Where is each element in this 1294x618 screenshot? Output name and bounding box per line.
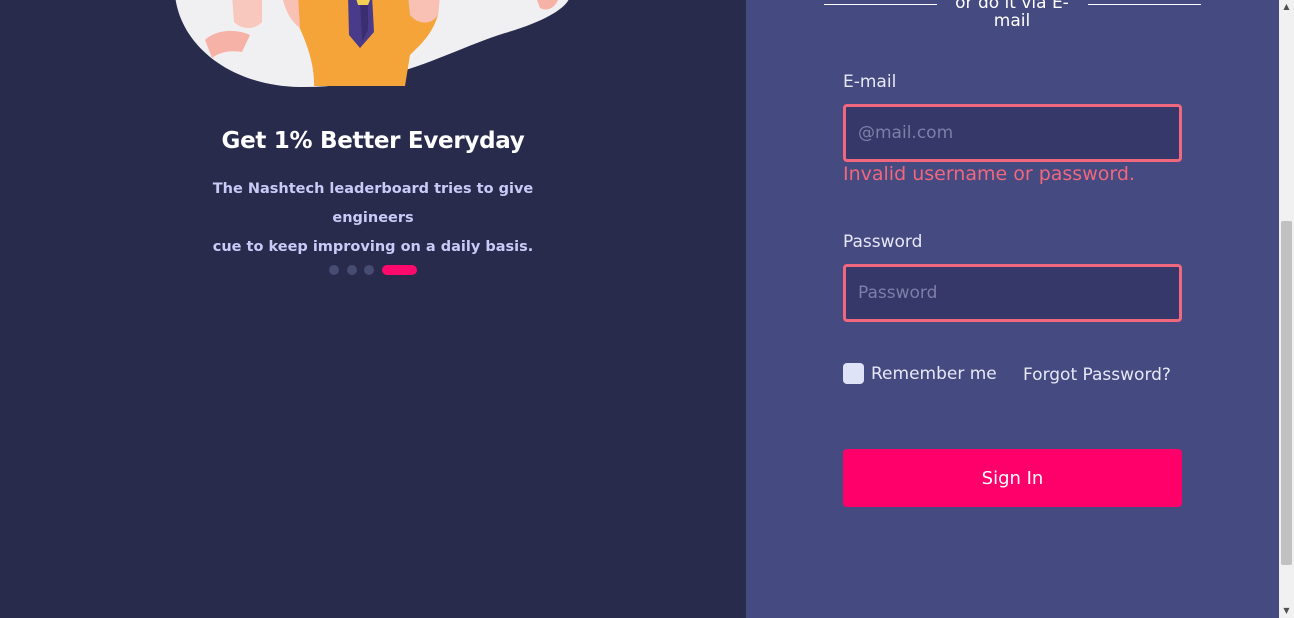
scrollbar-thumb[interactable]: [1281, 221, 1292, 565]
remember-me-label[interactable]: Remember me: [871, 364, 997, 384]
carousel-dot-3[interactable]: [364, 265, 374, 275]
remember-me-checkbox[interactable]: [843, 363, 864, 384]
sign-in-button[interactable]: Sign In: [843, 449, 1182, 507]
scroll-down-icon[interactable]: ▼: [1279, 604, 1294, 618]
carousel-dot-1[interactable]: [329, 265, 339, 275]
carousel-panel: Get 1% Better Everyday The Nashtech lead…: [0, 0, 746, 618]
divider-text: or do it via E- mail: [937, 0, 1087, 30]
password-field[interactable]: [843, 264, 1182, 322]
divider-text-line-2: mail: [993, 11, 1031, 31]
divider-line-left: [824, 4, 937, 5]
carousel-dots: [0, 265, 746, 275]
slide-description: The Nashtech leaderboard tries to give e…: [173, 175, 573, 262]
carousel-dot-2[interactable]: [347, 265, 357, 275]
carousel-dot-4-active[interactable]: [382, 265, 417, 275]
scroll-up-icon[interactable]: ▲: [1279, 0, 1294, 14]
login-error-message: Invalid username or password.: [843, 163, 1135, 185]
email-field[interactable]: [843, 104, 1182, 162]
password-label: Password: [843, 232, 923, 252]
page-scrollbar[interactable]: ▲ ▼: [1279, 0, 1294, 618]
forgot-password-link[interactable]: Forgot Password?: [1023, 365, 1171, 385]
slide-title: Get 1% Better Everyday: [221, 128, 525, 154]
divider-line-right: [1088, 4, 1201, 5]
email-label: E-mail: [843, 72, 897, 92]
slide-description-line-2: cue to keep improving on a daily basis.: [212, 239, 534, 255]
hero-illustration: [175, 0, 569, 88]
slide-description-line-1: The Nashtech leaderboard tries to give e…: [212, 181, 534, 226]
